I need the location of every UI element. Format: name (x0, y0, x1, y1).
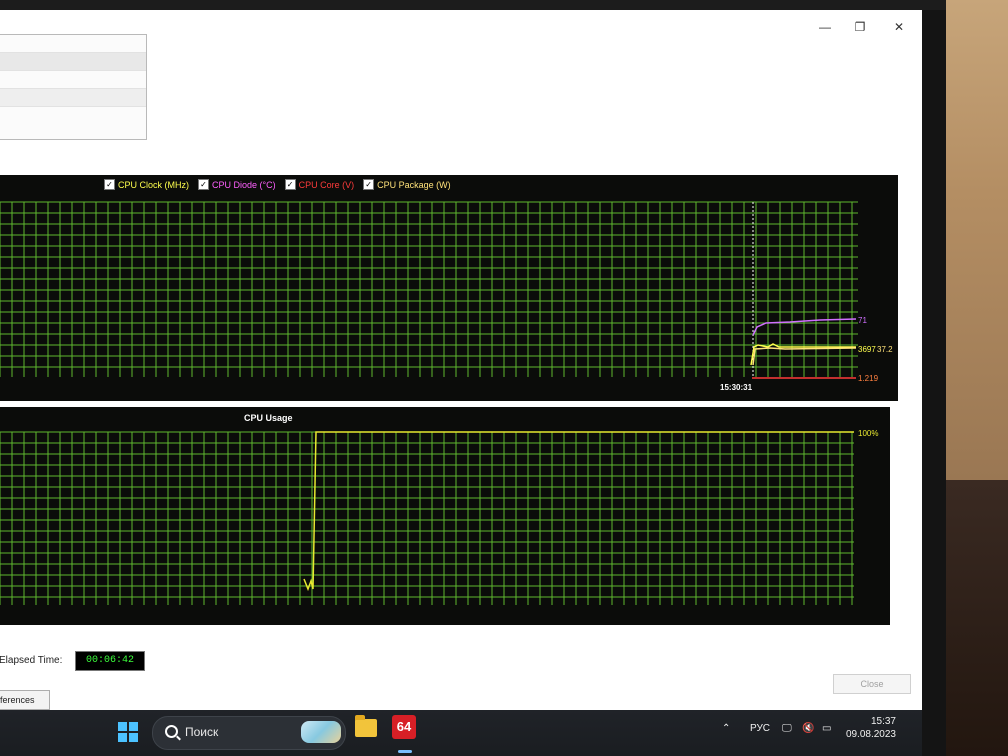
legend-label: CPU Diode (°C) (212, 179, 276, 190)
time-axis-label: 15:30:31 (720, 383, 753, 392)
legend-item-cpu-diode[interactable]: ✓ CPU Diode (°C) (198, 179, 276, 190)
monitor-bezel-top (0, 0, 946, 10)
checkbox-icon[interactable]: ✓ (363, 179, 375, 190)
taskbar-clock[interactable]: 15:37 09.08.2023 (844, 715, 896, 741)
speaker-muted-icon[interactable]: 🔇 (802, 723, 814, 734)
close-window-button[interactable]: ✕ (887, 20, 911, 34)
legend-item-cpu-clock[interactable]: ✓ CPU Clock (MHz) (104, 179, 189, 190)
legend-item-cpu-package[interactable]: ✓ CPU Package (W) (363, 179, 451, 190)
clock-date: 09.08.2023 (845, 729, 896, 740)
checkbox-icon[interactable]: ✓ (284, 179, 296, 190)
close-button[interactable]: Close (833, 674, 911, 694)
language-indicator[interactable]: РУС (750, 723, 770, 734)
statistics-list[interactable] (0, 34, 147, 140)
elapsed-time-value: 00:06:42 (75, 651, 145, 671)
sensors-graph: 71 3697 37.2 1.219 15:30:31 (0, 201, 893, 392)
taskbar-search[interactable]: Поиск (152, 716, 346, 750)
statistics-row (0, 71, 146, 89)
data-label: 1.219 (858, 374, 879, 383)
preferences-button[interactable]: eferences (0, 690, 50, 710)
aida64-app-icon[interactable]: 64 (392, 715, 416, 739)
search-highlight-image (301, 721, 341, 743)
search-placeholder: Поиск (185, 725, 219, 739)
series-line (303, 431, 854, 592)
clock-time: 15:37 (870, 716, 896, 727)
sensors-graph-panel: 71 3697 37.2 1.219 15:30:31 ✓ CPU Clock (MHz… (0, 175, 898, 401)
active-app-indicator (398, 750, 412, 753)
minimize-button[interactable]: — (813, 20, 837, 34)
file-explorer-icon[interactable] (355, 715, 377, 737)
data-label: 37.2 (877, 345, 893, 354)
elapsed-time-label: Elapsed Time: (0, 655, 63, 666)
legend-label: CPU Package (W) (377, 179, 451, 190)
statistics-row (0, 53, 146, 71)
data-label: 71 (858, 316, 867, 325)
taskbar: Поиск 64 ⌃ РУС 🖵 🔇 ▭ 15:37 09.08.2023 (0, 710, 922, 756)
legend-label: CPU Clock (MHz) (118, 179, 189, 190)
cpu-usage-graph: 100% (0, 429, 878, 605)
search-icon (165, 725, 178, 738)
statistics-row (0, 89, 146, 107)
checkbox-icon[interactable]: ✓ (198, 179, 209, 190)
chevron-up-icon[interactable]: ⌃ (722, 723, 730, 734)
statistics-row (0, 35, 146, 53)
windows-start-icon[interactable] (118, 722, 138, 742)
network-icon[interactable]: 🖵 (782, 723, 792, 734)
legend-label: CPU Core (V) (298, 179, 355, 190)
cpu-usage-graph-panel: 100% CPU Usage (0, 407, 890, 625)
battery-icon[interactable]: ▭ (822, 723, 831, 734)
chart-title: CPU Usage (244, 413, 293, 423)
data-label: 3697 (858, 345, 876, 354)
legend-item-cpu-core[interactable]: ✓ CPU Core (V) (284, 179, 355, 190)
data-label: 100% (858, 429, 878, 438)
maximize-button[interactable]: ❐ (848, 20, 872, 34)
background-wall (944, 0, 1008, 480)
background-desk (944, 480, 1008, 756)
checkbox-icon[interactable]: ✓ (104, 179, 115, 190)
graph-legend: ✓ CPU Clock (MHz) ✓ CPU Diode (°C) ✓ CPU… (104, 179, 451, 190)
